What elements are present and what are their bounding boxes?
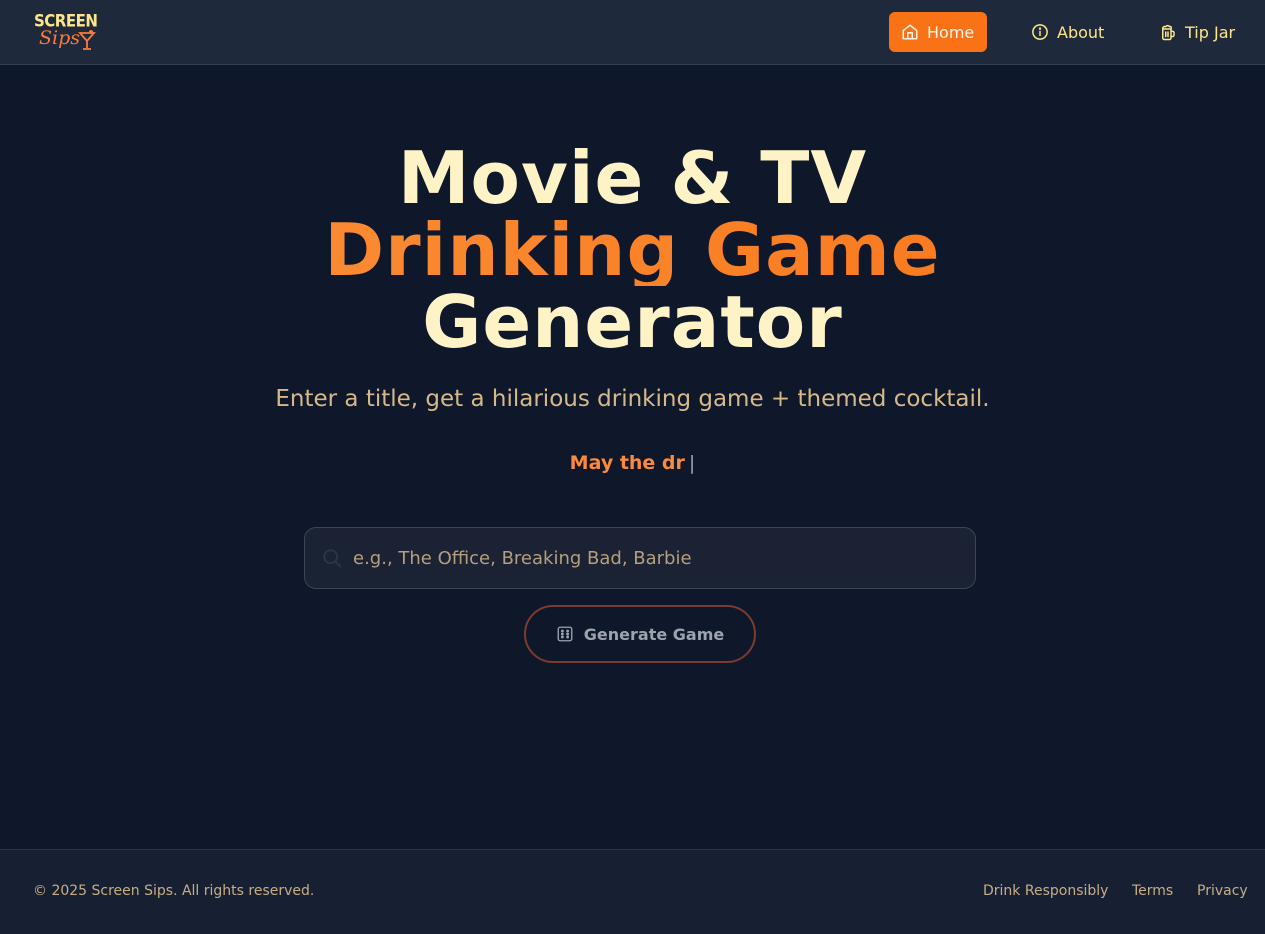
site-header: SCREEN Sips Home About Tip Jar xyxy=(0,0,1265,65)
nav-home-button[interactable]: Home xyxy=(889,12,987,52)
typing-cursor: | xyxy=(688,452,696,474)
typing-text: May the dr xyxy=(569,452,685,474)
hero-subtitle: Enter a title, get a hilarious drinking … xyxy=(275,386,990,412)
hero-title-line3: Generator xyxy=(422,280,843,364)
hero-title-line2: Drinking Game xyxy=(0,214,1265,286)
footer-link-drink-responsibly[interactable]: Drink Responsibly xyxy=(983,883,1108,899)
hero-title-line1: Movie & TV xyxy=(397,136,868,220)
search-box xyxy=(304,527,976,589)
search-icon xyxy=(323,549,342,568)
nav-tip-jar-label: Tip Jar xyxy=(1185,22,1236,42)
nav-about-button[interactable]: About xyxy=(1019,12,1116,52)
generate-game-label: Generate Game xyxy=(583,624,725,644)
main-nav: Home About Tip Jar xyxy=(0,12,1265,52)
typing-tagline: May the dr | xyxy=(0,452,1265,474)
title-search-input[interactable] xyxy=(353,528,963,588)
nav-home-label: Home xyxy=(927,22,975,42)
generate-game-button[interactable]: Generate Game xyxy=(524,605,756,663)
footer-link-terms[interactable]: Terms xyxy=(1132,883,1173,899)
nav-about-label: About xyxy=(1057,22,1105,42)
home-icon xyxy=(902,24,918,40)
beer-mug-icon xyxy=(1162,24,1175,41)
copyright-text: © 2025 Screen Sips. All rights reserved. xyxy=(33,883,315,899)
nav-tip-jar-button[interactable]: Tip Jar xyxy=(1147,12,1247,52)
hero-title: Movie & TV Drinking Game Generator xyxy=(0,142,1265,358)
site-footer: © 2025 Screen Sips. All rights reserved.… xyxy=(0,849,1265,934)
footer-link-privacy[interactable]: Privacy xyxy=(1197,883,1248,899)
dice-icon xyxy=(557,626,573,642)
info-icon xyxy=(1032,24,1048,40)
